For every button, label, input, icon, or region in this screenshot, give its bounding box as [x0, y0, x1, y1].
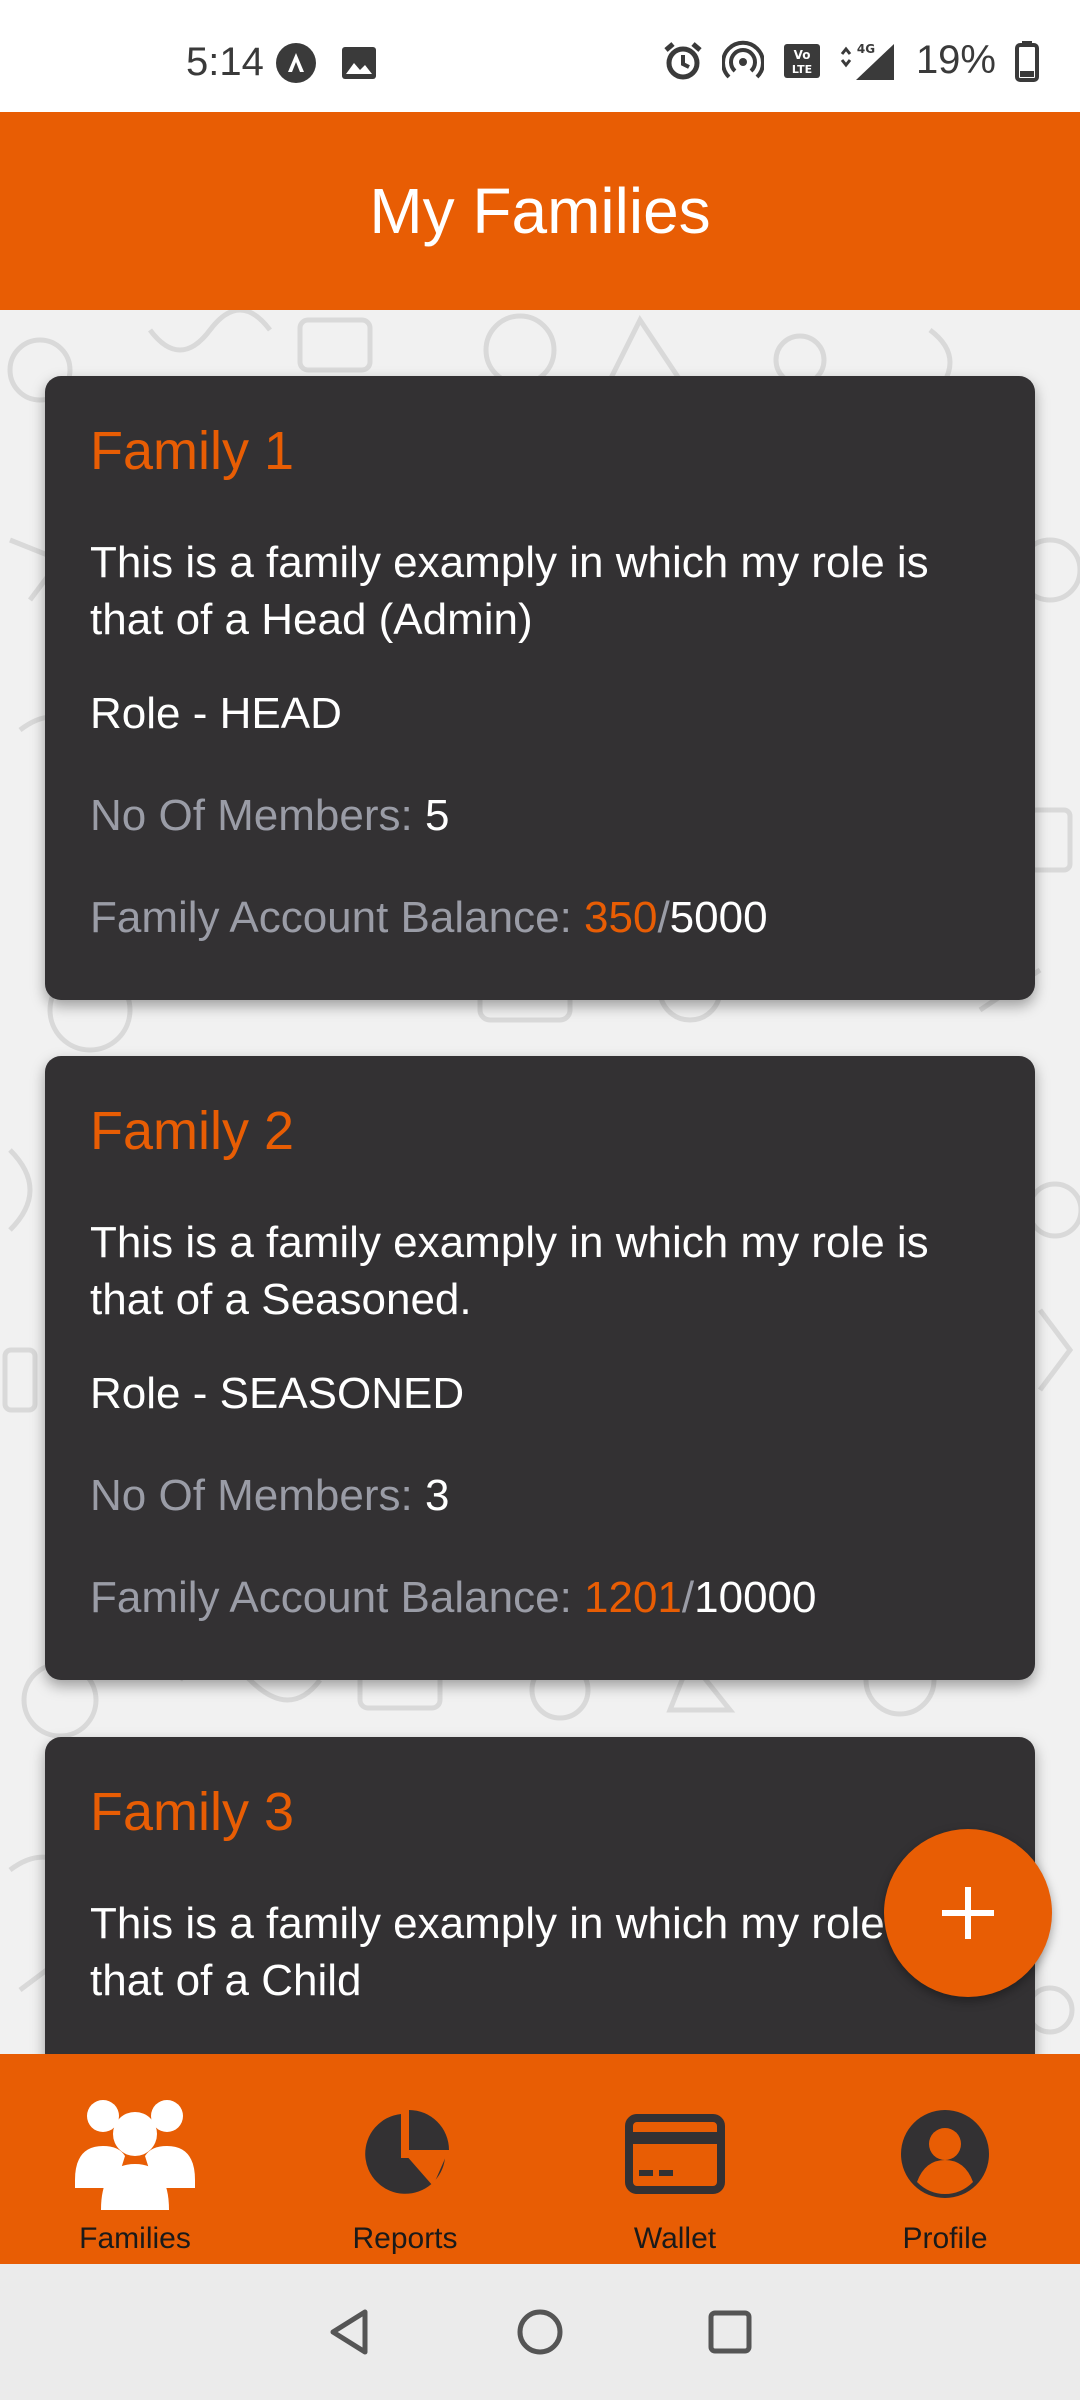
- balance-value: 350: [584, 893, 658, 942]
- families-list[interactable]: Family 1 This is a family examply in whi…: [0, 310, 1080, 2054]
- pie-chart-icon: [365, 2110, 449, 2194]
- recents-icon[interactable]: [705, 2307, 755, 2357]
- image-notification-icon: [342, 47, 376, 79]
- balance-row: Family Account Balance: 350/5000: [90, 896, 990, 940]
- back-icon[interactable]: [325, 2306, 375, 2358]
- add-family-button[interactable]: [884, 1829, 1052, 1997]
- account-circle-icon: [901, 2110, 989, 2198]
- credit-card-icon: [625, 2114, 725, 2194]
- hotspot-icon: [721, 40, 764, 78]
- family-name: Family 2: [90, 1101, 295, 1161]
- family-card[interactable]: Family 1 This is a family examply in whi…: [45, 376, 1035, 1000]
- nav-item-wallet[interactable]: Wallet: [540, 2054, 810, 2264]
- members-label: No Of Members:: [90, 791, 425, 840]
- family-role: Role - SEASONED: [90, 1369, 465, 1418]
- volte-icon: Vo LTE: [783, 43, 820, 78]
- plus-icon: [942, 1887, 994, 1939]
- balance-separator: /: [681, 1573, 695, 1622]
- family-role: Role - HEAD: [90, 689, 342, 738]
- nav-item-reports[interactable]: Reports: [270, 2054, 540, 2264]
- status-right: Vo LTE 4G 19%: [662, 38, 1040, 83]
- nav-item-families[interactable]: Families: [0, 2054, 270, 2264]
- svg-text:Vo: Vo: [794, 48, 811, 62]
- balance-value: 1201: [584, 1573, 682, 1622]
- page-title: My Families: [369, 175, 711, 247]
- members-count: 5: [424, 791, 450, 840]
- balance-label: Family Account Balance:: [90, 1573, 585, 1622]
- family-card[interactable]: Family 2 This is a family examply in whi…: [45, 1056, 1035, 1680]
- family-name: Family 3: [90, 1782, 295, 1842]
- nav-label: Families: [79, 2222, 191, 2255]
- nav-label: Wallet: [633, 2222, 717, 2255]
- system-navigation-bar: [0, 2264, 1080, 2400]
- family-description: This is a family examply in which my rol…: [90, 538, 929, 644]
- balance-label: Family Account Balance:: [90, 893, 585, 942]
- family-name: Family 1: [90, 421, 295, 481]
- alarm-icon: [664, 41, 702, 79]
- members-row: No Of Members: 5: [90, 794, 990, 838]
- family-description: This is a family examply in which my rol…: [90, 1218, 929, 1324]
- families-icon: [75, 2100, 195, 2210]
- battery-percent: 19%: [915, 38, 996, 82]
- balance-separator: /: [657, 893, 670, 942]
- members-row: No Of Members: 3: [90, 1474, 990, 1518]
- status-bar: 5:14 Vo LTE 4G 19%: [0, 0, 1080, 112]
- balance-row: Family Account Balance: 1201/10000: [90, 1576, 990, 1620]
- app-notification-icon: [276, 43, 316, 83]
- nav-label: Profile: [902, 2222, 988, 2255]
- nav-item-profile[interactable]: Profile: [810, 2054, 1080, 2264]
- balance-limit: 5000: [669, 893, 768, 942]
- signal-icon: 4G: [840, 42, 894, 80]
- svg-text:LTE: LTE: [792, 63, 812, 76]
- members-count: 3: [424, 1471, 450, 1520]
- svg-text:4G: 4G: [857, 42, 875, 56]
- app-bar: My Families: [0, 112, 1080, 310]
- battery-icon: [1015, 40, 1039, 82]
- balance-limit: 10000: [694, 1573, 817, 1622]
- bottom-navigation: Families Reports Wallet Profile: [0, 2054, 1080, 2264]
- status-time: 5:14: [186, 40, 264, 84]
- home-icon[interactable]: [515, 2307, 565, 2357]
- family-description: This is a family examply in which my rol…: [90, 1899, 929, 2005]
- members-label: No Of Members:: [90, 1471, 425, 1520]
- nav-label: Reports: [352, 2222, 458, 2255]
